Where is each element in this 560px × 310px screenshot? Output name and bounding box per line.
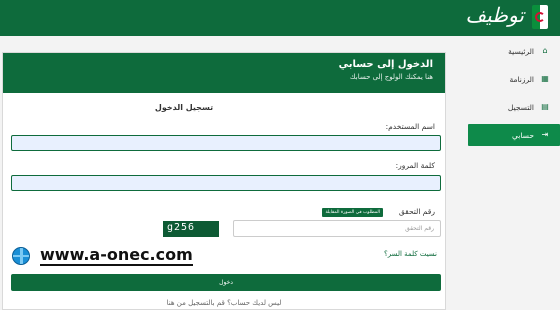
- watermark: www.a-onec.com: [12, 243, 194, 269]
- register-icon: ▤: [541, 102, 549, 111]
- home-icon: ⌂: [542, 46, 548, 55]
- sidebar-item-label: الرزنامة: [509, 74, 534, 84]
- form-title: تسجيل الدخول: [154, 103, 214, 112]
- panel-subtitle: هنا يمكنك الولوج إلى حسابك: [349, 73, 433, 81]
- login-button[interactable]: دخول: [11, 274, 441, 291]
- username-label: اسم المستخدم:: [385, 122, 435, 131]
- forgot-password-link[interactable]: نسيت كلمة السر؟: [384, 250, 437, 258]
- sidebar-item-register[interactable]: ▤ التسجيل: [462, 96, 560, 118]
- calendar-icon: ▦: [541, 74, 549, 83]
- watermark-text: www.a-onec.com: [40, 245, 193, 266]
- password-field[interactable]: [11, 175, 441, 191]
- password-label: كلمة المرور:: [395, 161, 435, 170]
- username-field[interactable]: [11, 135, 441, 151]
- sidebar-item-account[interactable]: ⇥ حسابي: [468, 124, 560, 146]
- panel-title: الدخول إلى حسابي: [338, 59, 433, 70]
- register-link[interactable]: ليس لديك حساب؟ قم بالتسجيل من هنا: [3, 299, 445, 307]
- sidebar-item-home[interactable]: ⌂ الرئيسية: [462, 40, 560, 62]
- captcha-hint-badge: المطلوب في الصورة المقابلة: [322, 208, 383, 217]
- captcha-input[interactable]: رقم التحقق: [233, 220, 441, 237]
- top-bar: توظيف: [0, 0, 560, 36]
- site-logo[interactable]: توظيف: [465, 3, 524, 27]
- login-panel: الدخول إلى حسابي هنا يمكنك الولوج إلى حس…: [2, 52, 446, 310]
- login-icon: ⇥: [541, 130, 549, 139]
- captcha-image: g256: [163, 221, 219, 237]
- captcha-label: رقم التحقق: [398, 207, 435, 216]
- sidebar-item-calendar[interactable]: ▦ الرزنامة: [462, 68, 560, 90]
- panel-header: الدخول إلى حسابي هنا يمكنك الولوج إلى حس…: [3, 53, 445, 93]
- globe-icon: [12, 247, 30, 265]
- sidebar-item-label: حسابي: [512, 130, 534, 140]
- sidebar-item-label: الرئيسية: [508, 46, 534, 56]
- sidebar-item-label: التسجيل: [507, 102, 534, 112]
- algeria-flag-icon: [532, 5, 548, 29]
- sidebar: ⌂ الرئيسية ▦ الرزنامة ▤ التسجيل ⇥ حسابي: [462, 40, 560, 152]
